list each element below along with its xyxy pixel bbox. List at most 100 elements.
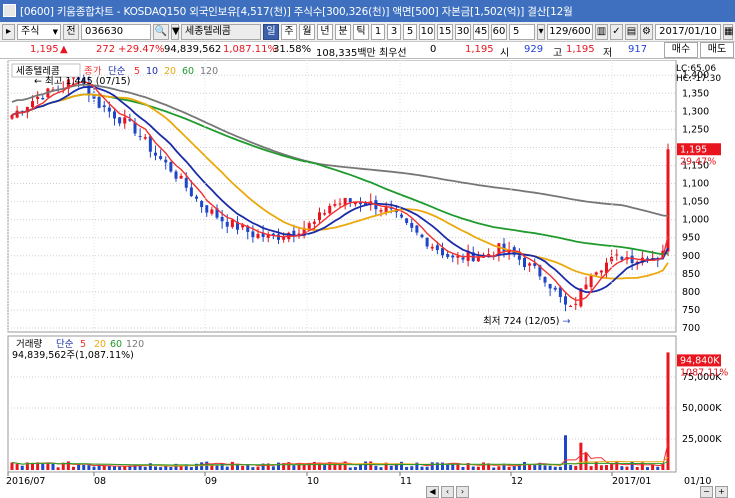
interval-60[interactable]: 60 bbox=[491, 24, 507, 40]
zoom-in-icon[interactable]: + bbox=[715, 486, 728, 498]
volume-bar bbox=[410, 466, 414, 470]
high-annotation: ← 최고 1,445 (07/15) bbox=[34, 76, 131, 87]
sell-button[interactable]: 매도 bbox=[700, 42, 734, 58]
volume-bar bbox=[159, 467, 163, 470]
candle-body bbox=[307, 223, 311, 230]
scroll-left-icon[interactable]: ◀ bbox=[426, 486, 439, 498]
period-month[interactable]: 월 bbox=[299, 24, 315, 40]
zoom-out-icon[interactable]: − bbox=[700, 486, 713, 498]
volume-bar bbox=[72, 466, 75, 470]
scroll-back-icon[interactable]: ‹ bbox=[441, 486, 454, 498]
volume-bar bbox=[51, 463, 55, 470]
volume-bar bbox=[656, 466, 660, 470]
candle-body bbox=[410, 223, 414, 228]
menu-icon[interactable]: ▸ bbox=[2, 24, 15, 40]
volume-bar bbox=[584, 452, 588, 470]
candle-body bbox=[210, 209, 214, 214]
volume-bar bbox=[369, 461, 373, 470]
volume-bar bbox=[169, 466, 173, 470]
price-tick-label: 750 bbox=[682, 305, 700, 316]
candle-body bbox=[138, 135, 142, 137]
interval-1[interactable]: 1 bbox=[371, 24, 385, 40]
candle-body bbox=[553, 287, 557, 290]
volume-bar bbox=[292, 465, 296, 470]
volume-bar bbox=[56, 467, 60, 470]
volume-bar bbox=[241, 465, 245, 470]
dropdown-icon[interactable]: ▼ bbox=[171, 24, 180, 40]
candle-body bbox=[154, 152, 157, 156]
date-input[interactable]: 2017/01/10 bbox=[655, 24, 721, 40]
volume-bar bbox=[553, 466, 557, 470]
candle-body bbox=[31, 101, 34, 108]
code-input[interactable]: 036630 bbox=[81, 24, 151, 40]
stock-name: 세종텔레콤 bbox=[181, 24, 261, 40]
count-input[interactable]: 129/600 bbox=[547, 24, 593, 40]
current-price-label: 1,195 bbox=[680, 144, 707, 155]
buy-button[interactable]: 매수 bbox=[664, 42, 698, 58]
volume-bar bbox=[102, 465, 106, 470]
volume-bar bbox=[400, 461, 403, 470]
interval-5[interactable]: 5 bbox=[403, 24, 417, 40]
candle-body bbox=[574, 303, 578, 305]
turnover: 31.58% bbox=[273, 44, 312, 55]
chart-area: 1,4001,3501,3001,2501,2001,1501,1001,050… bbox=[0, 60, 735, 498]
volume-bar bbox=[256, 466, 260, 470]
prev-button[interactable]: 전 bbox=[63, 24, 79, 40]
volume-bar bbox=[97, 465, 101, 470]
volume-bar bbox=[666, 352, 670, 470]
volume-bar bbox=[225, 466, 229, 470]
high-label: 고 bbox=[553, 48, 563, 59]
candle-body bbox=[441, 248, 444, 256]
volume-bar bbox=[200, 462, 204, 470]
price-tick-label: 800 bbox=[682, 287, 700, 298]
candle-body bbox=[220, 217, 224, 222]
interval-45[interactable]: 45 bbox=[473, 24, 489, 40]
interval-30[interactable]: 30 bbox=[455, 24, 471, 40]
candle-body bbox=[123, 117, 127, 124]
candle-body bbox=[359, 202, 362, 205]
interval-3[interactable]: 3 bbox=[387, 24, 401, 40]
candle-body bbox=[195, 196, 198, 199]
x-tick-label: 08 bbox=[94, 476, 106, 487]
save-icon[interactable]: ▤ bbox=[625, 24, 638, 40]
volume-bar bbox=[533, 464, 537, 470]
calendar-icon[interactable]: ▦ bbox=[723, 24, 733, 40]
open-label: 시 bbox=[500, 48, 510, 59]
candle-body bbox=[430, 246, 434, 249]
volume-bar bbox=[246, 464, 250, 470]
volume-bar bbox=[353, 466, 357, 470]
volume-bar bbox=[389, 465, 393, 470]
period-year[interactable]: 년 bbox=[317, 24, 333, 40]
current-pct-label: 29.47% bbox=[680, 156, 716, 167]
legend-ma10: 10 bbox=[146, 66, 158, 77]
candle-body bbox=[415, 225, 419, 233]
candle-body bbox=[312, 221, 316, 224]
volume-bar bbox=[251, 467, 255, 470]
candle-body bbox=[569, 305, 573, 307]
open: 929 bbox=[524, 44, 544, 55]
interval-10[interactable]: 10 bbox=[419, 24, 435, 40]
check-icon[interactable]: ✓ bbox=[610, 24, 623, 40]
interval-15[interactable]: 15 bbox=[437, 24, 453, 40]
market-select[interactable]: 주식 ▼ bbox=[17, 24, 61, 40]
best-label: 최우선 bbox=[379, 48, 407, 59]
interval-input[interactable]: 5 bbox=[509, 24, 535, 40]
period-minute[interactable]: 분 bbox=[335, 24, 351, 40]
price-volume-chart[interactable]: 1,4001,3501,3001,2501,2001,1501,1001,050… bbox=[0, 60, 735, 498]
app-icon bbox=[3, 4, 16, 17]
chart-icon[interactable]: ▥ bbox=[595, 24, 608, 40]
spinner-icon[interactable]: ▾ bbox=[537, 24, 545, 40]
gear-icon[interactable]: ⚙ bbox=[640, 24, 653, 40]
period-day[interactable]: 일 bbox=[263, 24, 279, 40]
magnifier-icon[interactable]: 🔍 bbox=[153, 24, 169, 40]
volume-bar bbox=[430, 462, 434, 470]
period-week[interactable]: 주 bbox=[281, 24, 297, 40]
candle-body bbox=[425, 237, 429, 247]
candle-body bbox=[230, 219, 234, 228]
volume-bar bbox=[599, 465, 603, 470]
candle-body bbox=[159, 156, 163, 159]
scroll-fwd-icon[interactable]: › bbox=[456, 486, 469, 498]
period-tick[interactable]: 틱 bbox=[353, 24, 369, 40]
vol-legend-ma60: 60 bbox=[110, 339, 122, 350]
volume-bar bbox=[41, 462, 45, 470]
